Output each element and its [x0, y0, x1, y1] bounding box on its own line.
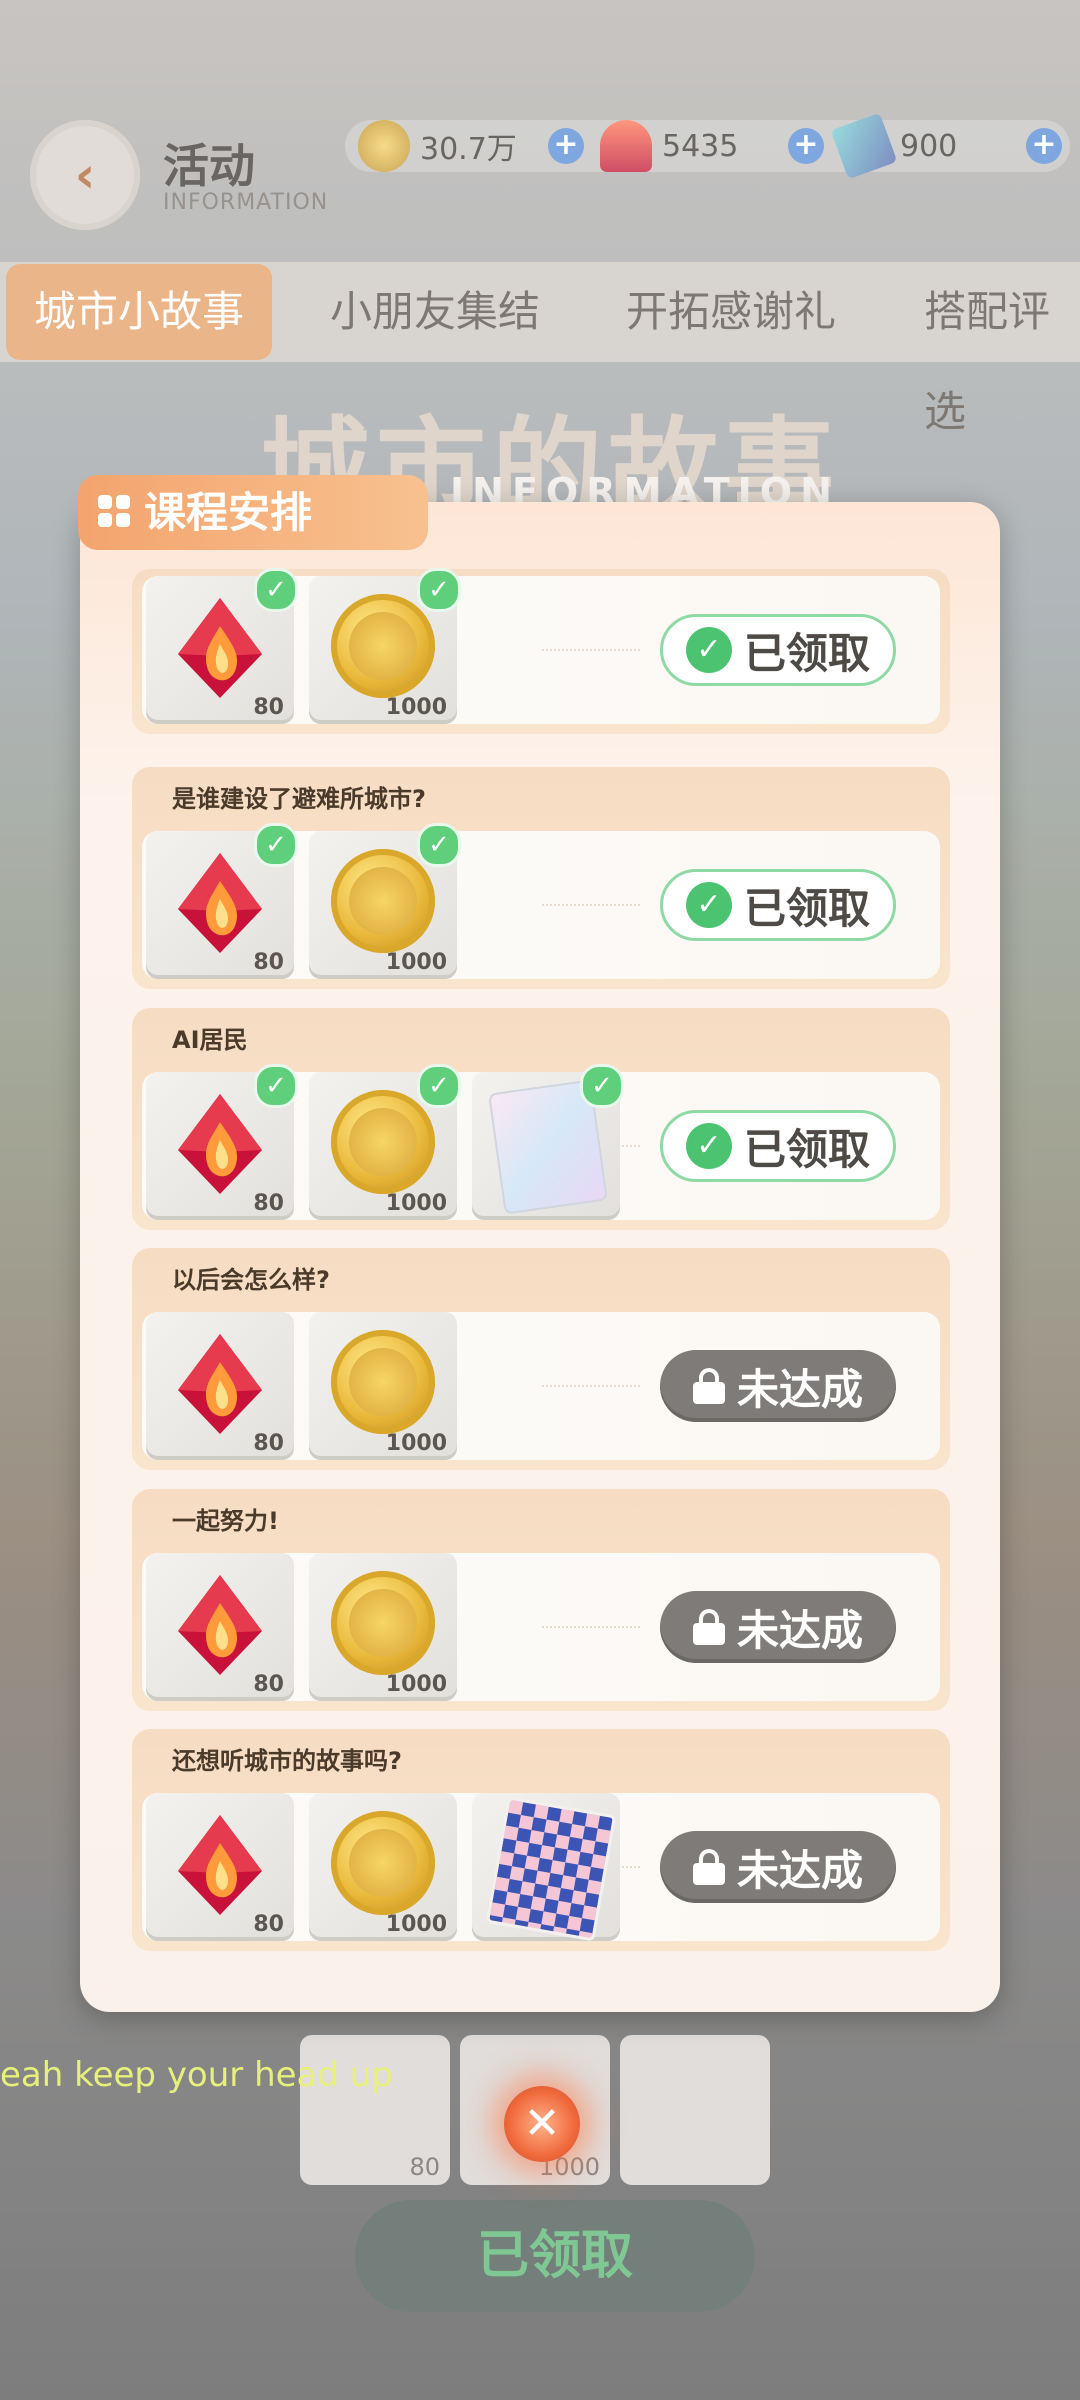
divider [542, 649, 640, 651]
close-button[interactable]: ✕ [504, 2086, 580, 2162]
claimed-button[interactable]: ✓ 已领取 [660, 869, 896, 941]
status-label: 未达成 [736, 1845, 863, 1895]
coin-reward[interactable]: 1000 ✓ [309, 823, 461, 979]
gold-coin-icon [331, 849, 435, 953]
locked-button[interactable]: 未达成 [660, 1350, 896, 1422]
status-label: 未达成 [736, 1605, 863, 1655]
gold-coin-icon [331, 1811, 435, 1915]
check-icon: ✓ [254, 823, 298, 867]
reward-count: 1000 [385, 1672, 447, 1697]
crystal-reward[interactable]: 80 [146, 1553, 294, 1701]
reward-count: 1000 [385, 950, 447, 975]
reward-count: 80 [253, 1191, 284, 1216]
red-crystal-icon [178, 1334, 262, 1434]
divider [542, 1385, 640, 1387]
gold-coin-icon [331, 1330, 435, 1434]
divider [542, 904, 640, 906]
check-icon: ✓ [417, 823, 461, 867]
schedule-card: AI居民 80 ✓ 1000 ✓ ✓ ✓ 已领取 [132, 1008, 950, 1230]
lock-icon [692, 1609, 725, 1645]
schedule-card-body: 80 1000 未达成 [142, 1312, 940, 1460]
check-icon: ✓ [417, 1064, 461, 1108]
checker-card-icon [485, 1796, 617, 1942]
locked-button[interactable]: 未达成 [660, 1591, 896, 1663]
schedule-card-body: 80 ✓ 1000 ✓ ✓ 已领取 [142, 823, 940, 979]
card-reward[interactable] [472, 1793, 620, 1942]
crystal-reward[interactable]: 80 [146, 1312, 294, 1460]
schedule-card: 以后会怎么样? 80 1000 未达成 [132, 1248, 950, 1470]
modal-tag: 课程安排 [78, 475, 428, 550]
status-label: 已领取 [743, 883, 870, 933]
schedule-card-body: 80 1000 未达成 [142, 1553, 940, 1701]
reward-count: 80 [253, 1912, 284, 1937]
crystal-reward[interactable]: 80 ✓ [146, 1064, 298, 1220]
coin-reward[interactable]: 1000 [309, 1312, 457, 1460]
schedule-card-body: 80 1000 未达成 [142, 1793, 940, 1942]
crystal-reward[interactable]: 80 ✓ [146, 568, 298, 724]
reward-count: 1000 [385, 1912, 447, 1937]
locked-button[interactable]: 未达成 [660, 1831, 896, 1903]
reward-count: 1000 [385, 1431, 447, 1456]
reward-count: 1000 [385, 1191, 447, 1216]
gold-coin-icon [331, 1571, 435, 1675]
red-crystal-icon [178, 1815, 262, 1915]
check-circle-icon: ✓ [685, 1123, 732, 1169]
check-icon: ✓ [254, 568, 298, 612]
crystal-reward[interactable]: 80 [146, 1793, 294, 1941]
check-circle-icon: ✓ [685, 627, 732, 673]
schedule-card-title: 以后会怎么样? [172, 1266, 330, 1294]
schedule-card-body: 80 ✓ 1000 ✓ ✓ ✓ 已领取 [142, 1064, 940, 1220]
check-icon: ✓ [580, 1064, 624, 1108]
modal-tag-label: 课程安排 [144, 488, 313, 537]
gold-coin-icon [331, 594, 435, 698]
coin-reward[interactable]: 1000 ✓ [309, 568, 461, 724]
status-label: 已领取 [743, 628, 870, 678]
schedule-card-title: 还想听城市的故事吗? [172, 1747, 402, 1775]
schedule-card: 80 ✓ 1000 ✓ ✓ 已领取 [132, 568, 950, 734]
red-crystal-icon [178, 598, 262, 698]
check-circle-icon: ✓ [685, 882, 732, 928]
lock-icon [692, 1849, 725, 1885]
claimed-button[interactable]: ✓ 已领取 [660, 1110, 896, 1182]
divider [542, 1626, 640, 1628]
reward-count: 80 [253, 950, 284, 975]
reward-count: 80 [253, 1431, 284, 1456]
gold-coin-icon [331, 1090, 435, 1194]
schedule-card-title: 是谁建设了避难所城市? [172, 785, 426, 813]
subtitle-overlay: eah keep your head up [0, 2055, 393, 2095]
status-label: 未达成 [736, 1364, 863, 1414]
card-reward[interactable]: ✓ [472, 1064, 624, 1220]
coin-reward[interactable]: 1000 [309, 1793, 457, 1941]
schedule-card: 一起努力! 80 1000 未达成 [132, 1489, 950, 1711]
claimed-button[interactable]: ✓ 已领取 [660, 614, 896, 686]
red-crystal-icon [178, 1094, 262, 1194]
check-icon: ✓ [417, 568, 461, 612]
reward-count: 1000 [385, 695, 447, 720]
crystal-reward[interactable]: 80 ✓ [146, 823, 298, 979]
coin-reward[interactable]: 1000 ✓ [309, 1064, 461, 1220]
check-icon: ✓ [254, 1064, 298, 1108]
reward-count: 80 [253, 1672, 284, 1697]
schedule-card-title: AI居民 [172, 1026, 248, 1054]
schedule-card: 是谁建设了避难所城市? 80 ✓ 1000 ✓ ✓ 已领取 [132, 767, 950, 989]
red-crystal-icon [178, 1575, 262, 1675]
status-label: 已领取 [743, 1124, 870, 1174]
schedule-list[interactable]: 80 ✓ 1000 ✓ ✓ 已领取 是谁建设了避难所城市? 80 ✓ 1000 ✓ ✓ 已领取 AI居民 8… [100, 568, 980, 1980]
red-crystal-icon [178, 853, 262, 953]
schedule-card-body: 80 ✓ 1000 ✓ ✓ 已领取 [142, 568, 940, 724]
lock-icon [692, 1368, 725, 1404]
schedule-card: 还想听城市的故事吗? 80 1000 未达成 [132, 1729, 950, 1951]
reward-count: 80 [253, 695, 284, 720]
coin-reward[interactable]: 1000 [309, 1553, 457, 1701]
grid-icon [98, 495, 132, 529]
schedule-card-title: 一起努力! [172, 1507, 279, 1535]
